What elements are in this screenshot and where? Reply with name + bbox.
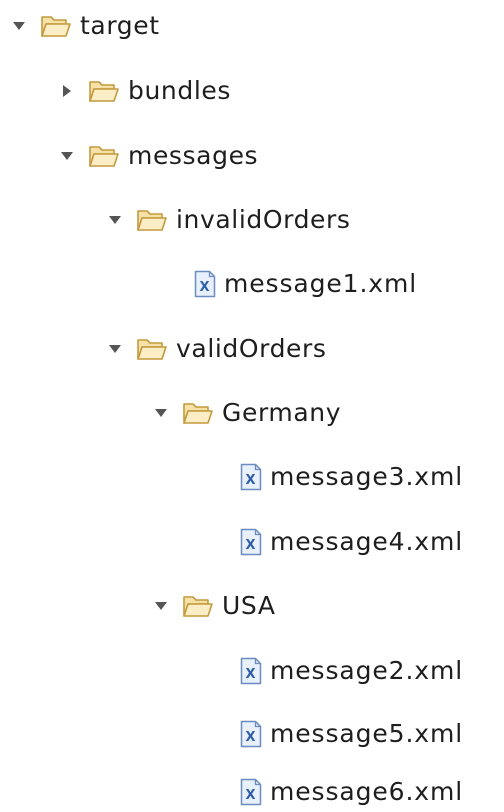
xml-file-icon — [240, 778, 262, 806]
chevron-down-icon[interactable] — [104, 209, 126, 231]
folder-open-icon — [40, 12, 72, 40]
folder-open-icon — [136, 206, 168, 234]
tree-item-germany[interactable]: Germany — [150, 393, 341, 433]
tree-item-file[interactable]: message1.xml — [194, 264, 417, 304]
chevron-down-icon[interactable] — [150, 595, 172, 617]
chevron-right-icon[interactable] — [56, 80, 78, 102]
tree-item-file[interactable]: message4.xml — [240, 522, 463, 562]
folder-open-icon — [88, 142, 120, 170]
tree-item-usa[interactable]: USA — [150, 586, 276, 626]
folder-open-icon — [88, 77, 120, 105]
tree-item-label: messages — [128, 141, 259, 170]
tree-item-label: message2.xml — [270, 656, 464, 685]
xml-file-icon — [240, 657, 262, 685]
chevron-down-icon[interactable] — [104, 338, 126, 360]
tree-item-label: message6.xml — [270, 777, 464, 806]
tree-item-label: bundles — [128, 76, 231, 105]
folder-open-icon — [182, 592, 214, 620]
tree-item-label: message4.xml — [270, 527, 464, 556]
folder-open-icon — [182, 399, 214, 427]
tree-item-bundles[interactable]: bundles — [56, 71, 231, 111]
tree-item-validorders[interactable]: validOrders — [104, 329, 327, 369]
xml-file-icon — [240, 720, 262, 748]
chevron-down-icon[interactable] — [8, 15, 30, 37]
chevron-down-icon[interactable] — [56, 145, 78, 167]
project-explorer-tree: target bundles messages invalidOrders me… — [0, 0, 504, 812]
folder-open-icon — [136, 335, 168, 363]
tree-item-file[interactable]: message5.xml — [240, 714, 463, 754]
tree-item-target[interactable]: target — [8, 6, 160, 46]
tree-item-label: Germany — [222, 398, 342, 427]
tree-item-label: target — [80, 11, 160, 40]
tree-item-file[interactable]: message6.xml — [240, 772, 463, 812]
xml-file-icon — [240, 463, 262, 491]
tree-item-file[interactable]: message2.xml — [240, 651, 463, 691]
xml-file-icon — [240, 528, 262, 556]
xml-file-icon — [194, 270, 216, 298]
tree-item-file[interactable]: message3.xml — [240, 457, 463, 497]
chevron-down-icon[interactable] — [150, 402, 172, 424]
tree-item-messages[interactable]: messages — [56, 136, 258, 176]
tree-item-label: message1.xml — [224, 269, 418, 298]
tree-item-label: message3.xml — [270, 462, 464, 491]
tree-item-label: message5.xml — [270, 719, 464, 748]
tree-item-label: validOrders — [176, 334, 327, 363]
tree-item-label: USA — [222, 591, 276, 620]
tree-item-label: invalidOrders — [176, 205, 351, 234]
tree-item-invalidorders[interactable]: invalidOrders — [104, 200, 351, 240]
